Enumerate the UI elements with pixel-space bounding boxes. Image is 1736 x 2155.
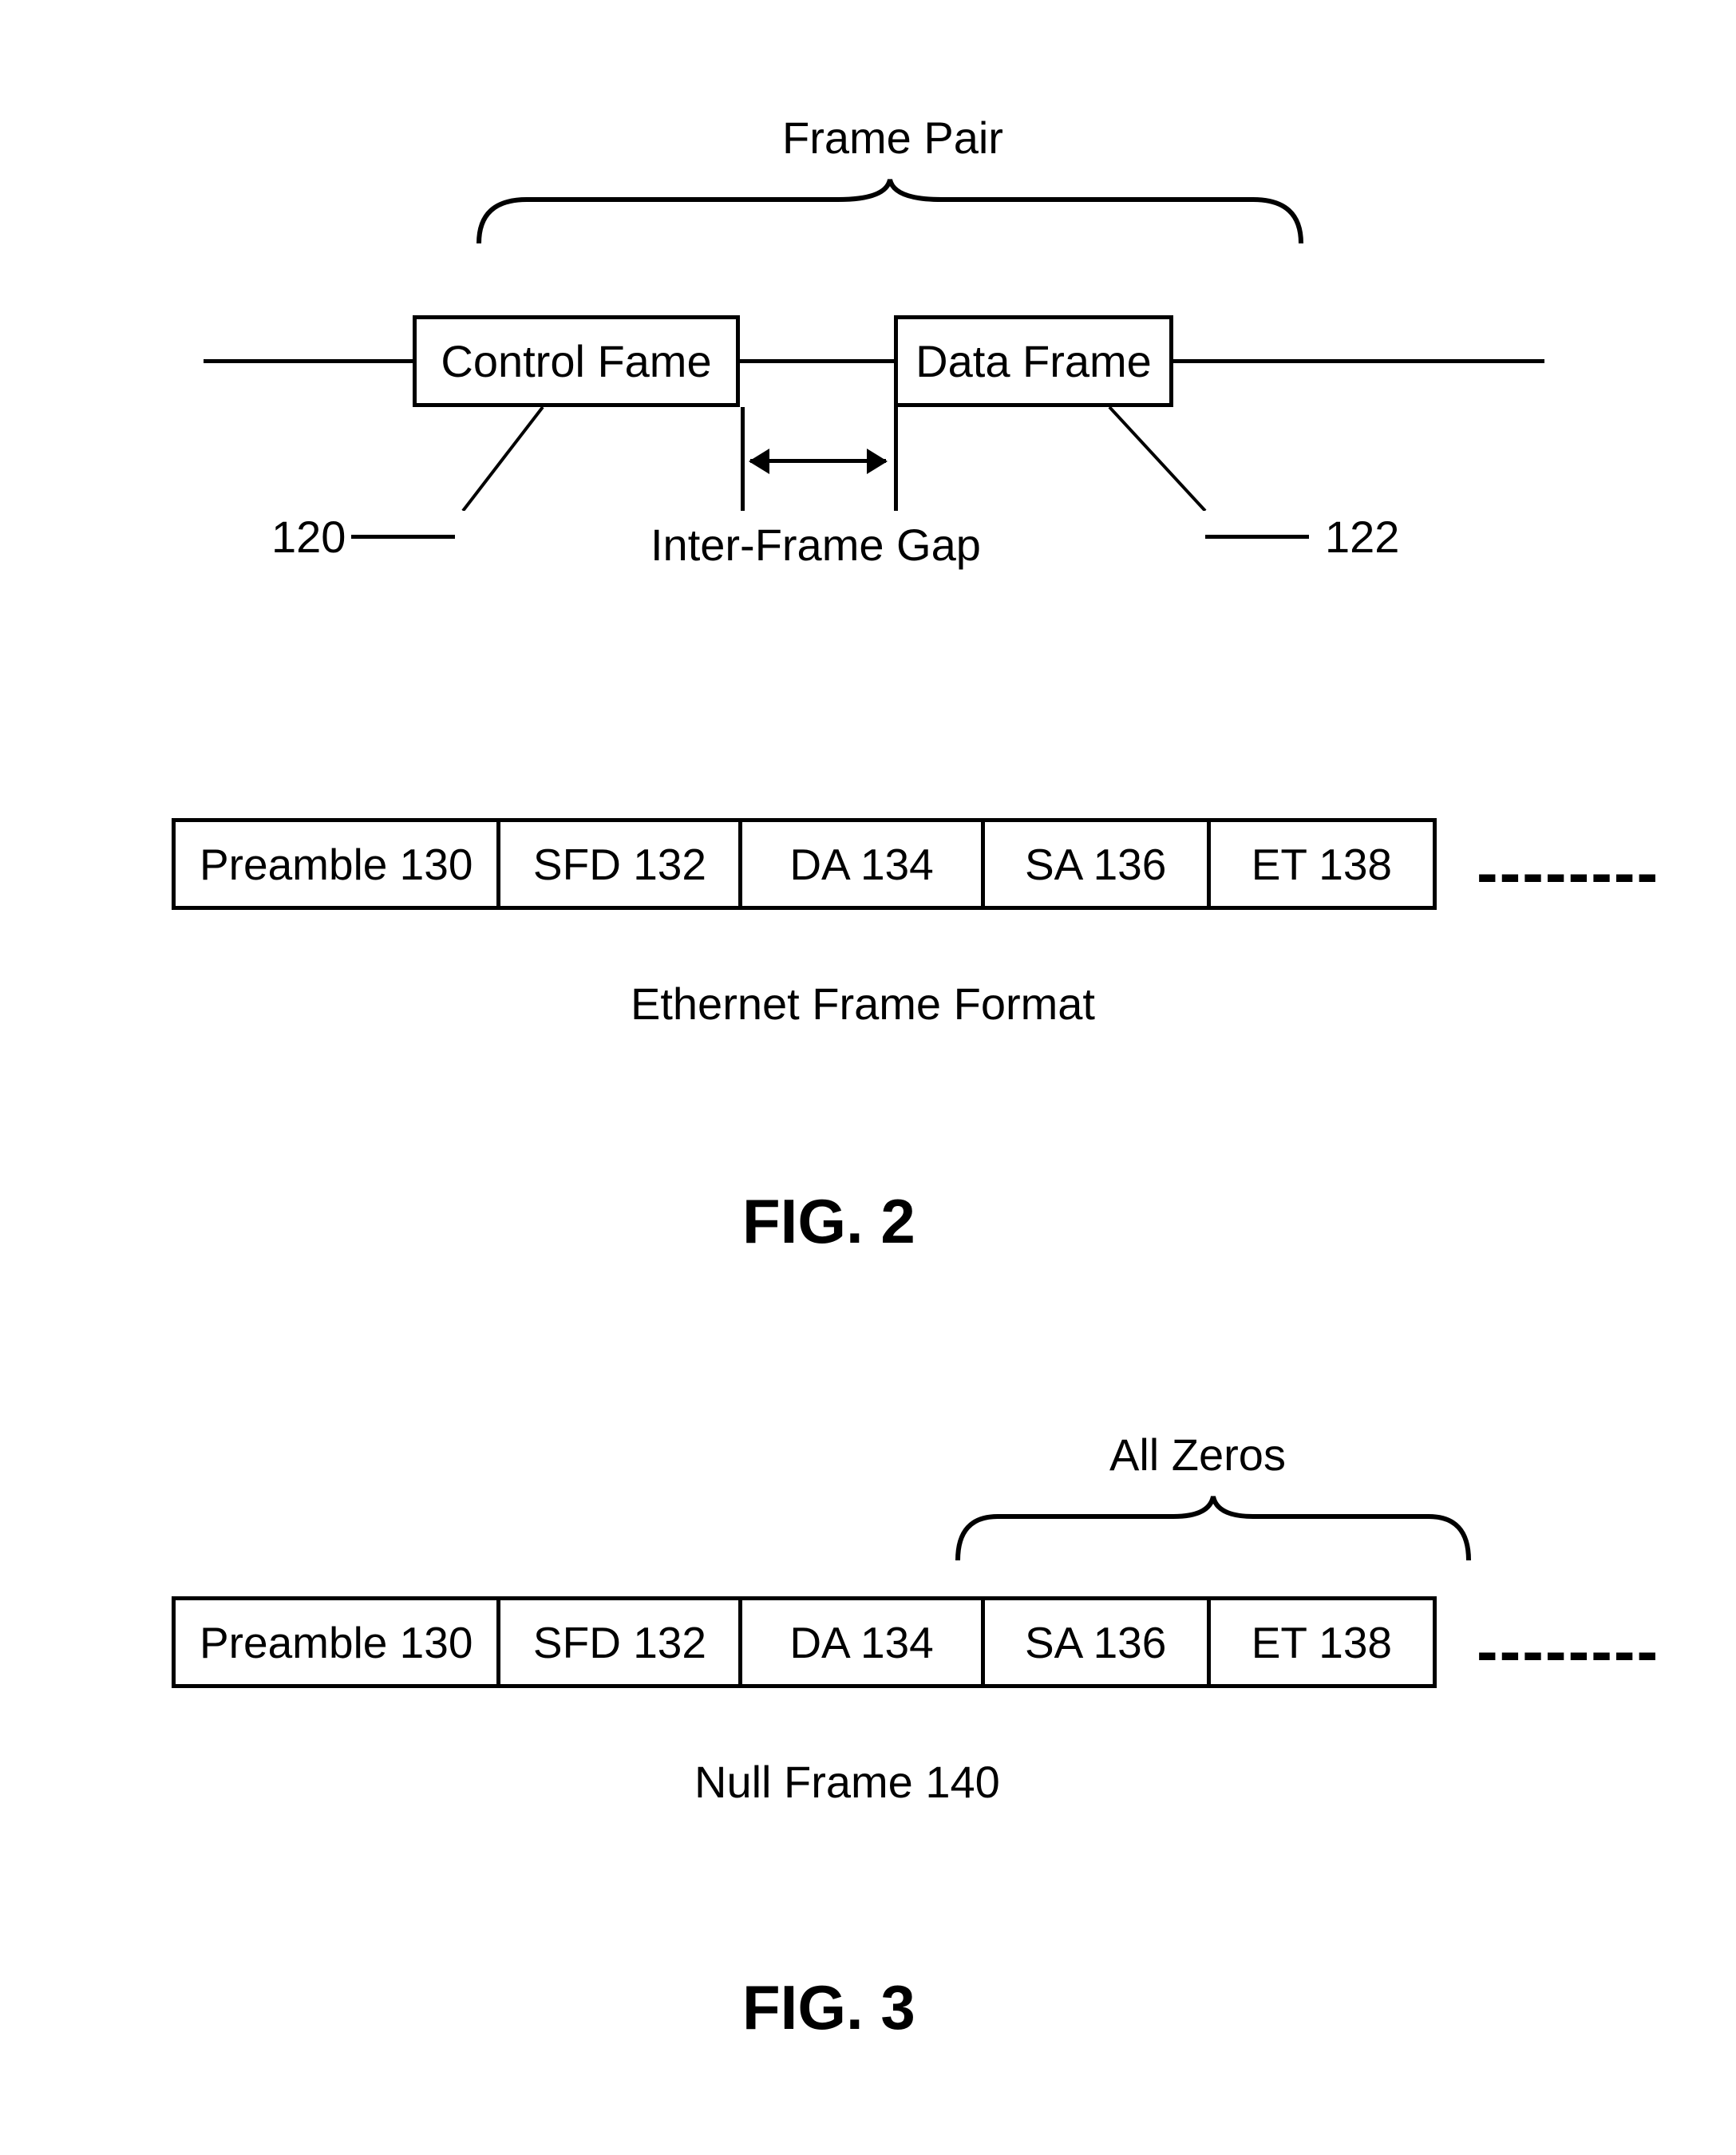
data-frame-text: Data Frame	[915, 335, 1152, 387]
fig3-field-sa: SA 136	[985, 1600, 1211, 1684]
fig3-field-preamble: Preamble 130	[176, 1600, 500, 1684]
leader-120	[447, 407, 559, 511]
ifg-label: Inter-Frame Gap	[651, 519, 981, 571]
fig2-fields-row: Preamble 130 SFD 132 DA 134 SA 136 ET 13…	[172, 818, 1437, 910]
fig3-title: FIG. 3	[742, 1971, 915, 2044]
ref-120: 120	[271, 511, 346, 563]
all-zeros-brace	[950, 1493, 1477, 1564]
ifg-arrow	[750, 459, 886, 463]
fig3-fields-row: Preamble 130 SFD 132 DA 134 SA 136 ET 13…	[172, 1596, 1437, 1688]
ifg-tick-left	[741, 407, 745, 511]
fig2-field-et: ET 138	[1211, 822, 1433, 906]
ref-122-line	[1205, 535, 1309, 539]
ifg-tick-right	[894, 407, 898, 511]
fig3-field-et: ET 138	[1211, 1600, 1433, 1684]
fig3-ellipsis: --------	[1477, 1615, 1659, 1688]
ref-120-line	[351, 535, 455, 539]
all-zeros-label: All Zeros	[1109, 1429, 1286, 1481]
fig2-ellipsis: --------	[1477, 836, 1659, 910]
frame-pair-brace	[471, 176, 1309, 247]
frame-pair-label: Frame Pair	[782, 112, 1003, 164]
fig2-field-preamble: Preamble 130	[176, 822, 500, 906]
fig3-caption: Null Frame 140	[694, 1756, 1000, 1808]
fig2-field-sa: SA 136	[985, 822, 1211, 906]
fig2-field-sfd: SFD 132	[500, 822, 742, 906]
fig2-field-da: DA 134	[742, 822, 984, 906]
data-frame-box: Data Frame	[894, 315, 1173, 407]
fig2-title: FIG. 2	[742, 1185, 915, 1258]
control-frame-text: Control Fame	[441, 335, 711, 387]
ref-122: 122	[1325, 511, 1399, 563]
fig3-field-sfd: SFD 132	[500, 1600, 742, 1684]
control-frame-box: Control Fame	[413, 315, 740, 407]
fig3-field-da: DA 134	[742, 1600, 984, 1684]
leader-122	[1093, 407, 1221, 511]
fig2-caption: Ethernet Frame Format	[631, 978, 1095, 1030]
frame-pair-wire	[204, 359, 1544, 363]
